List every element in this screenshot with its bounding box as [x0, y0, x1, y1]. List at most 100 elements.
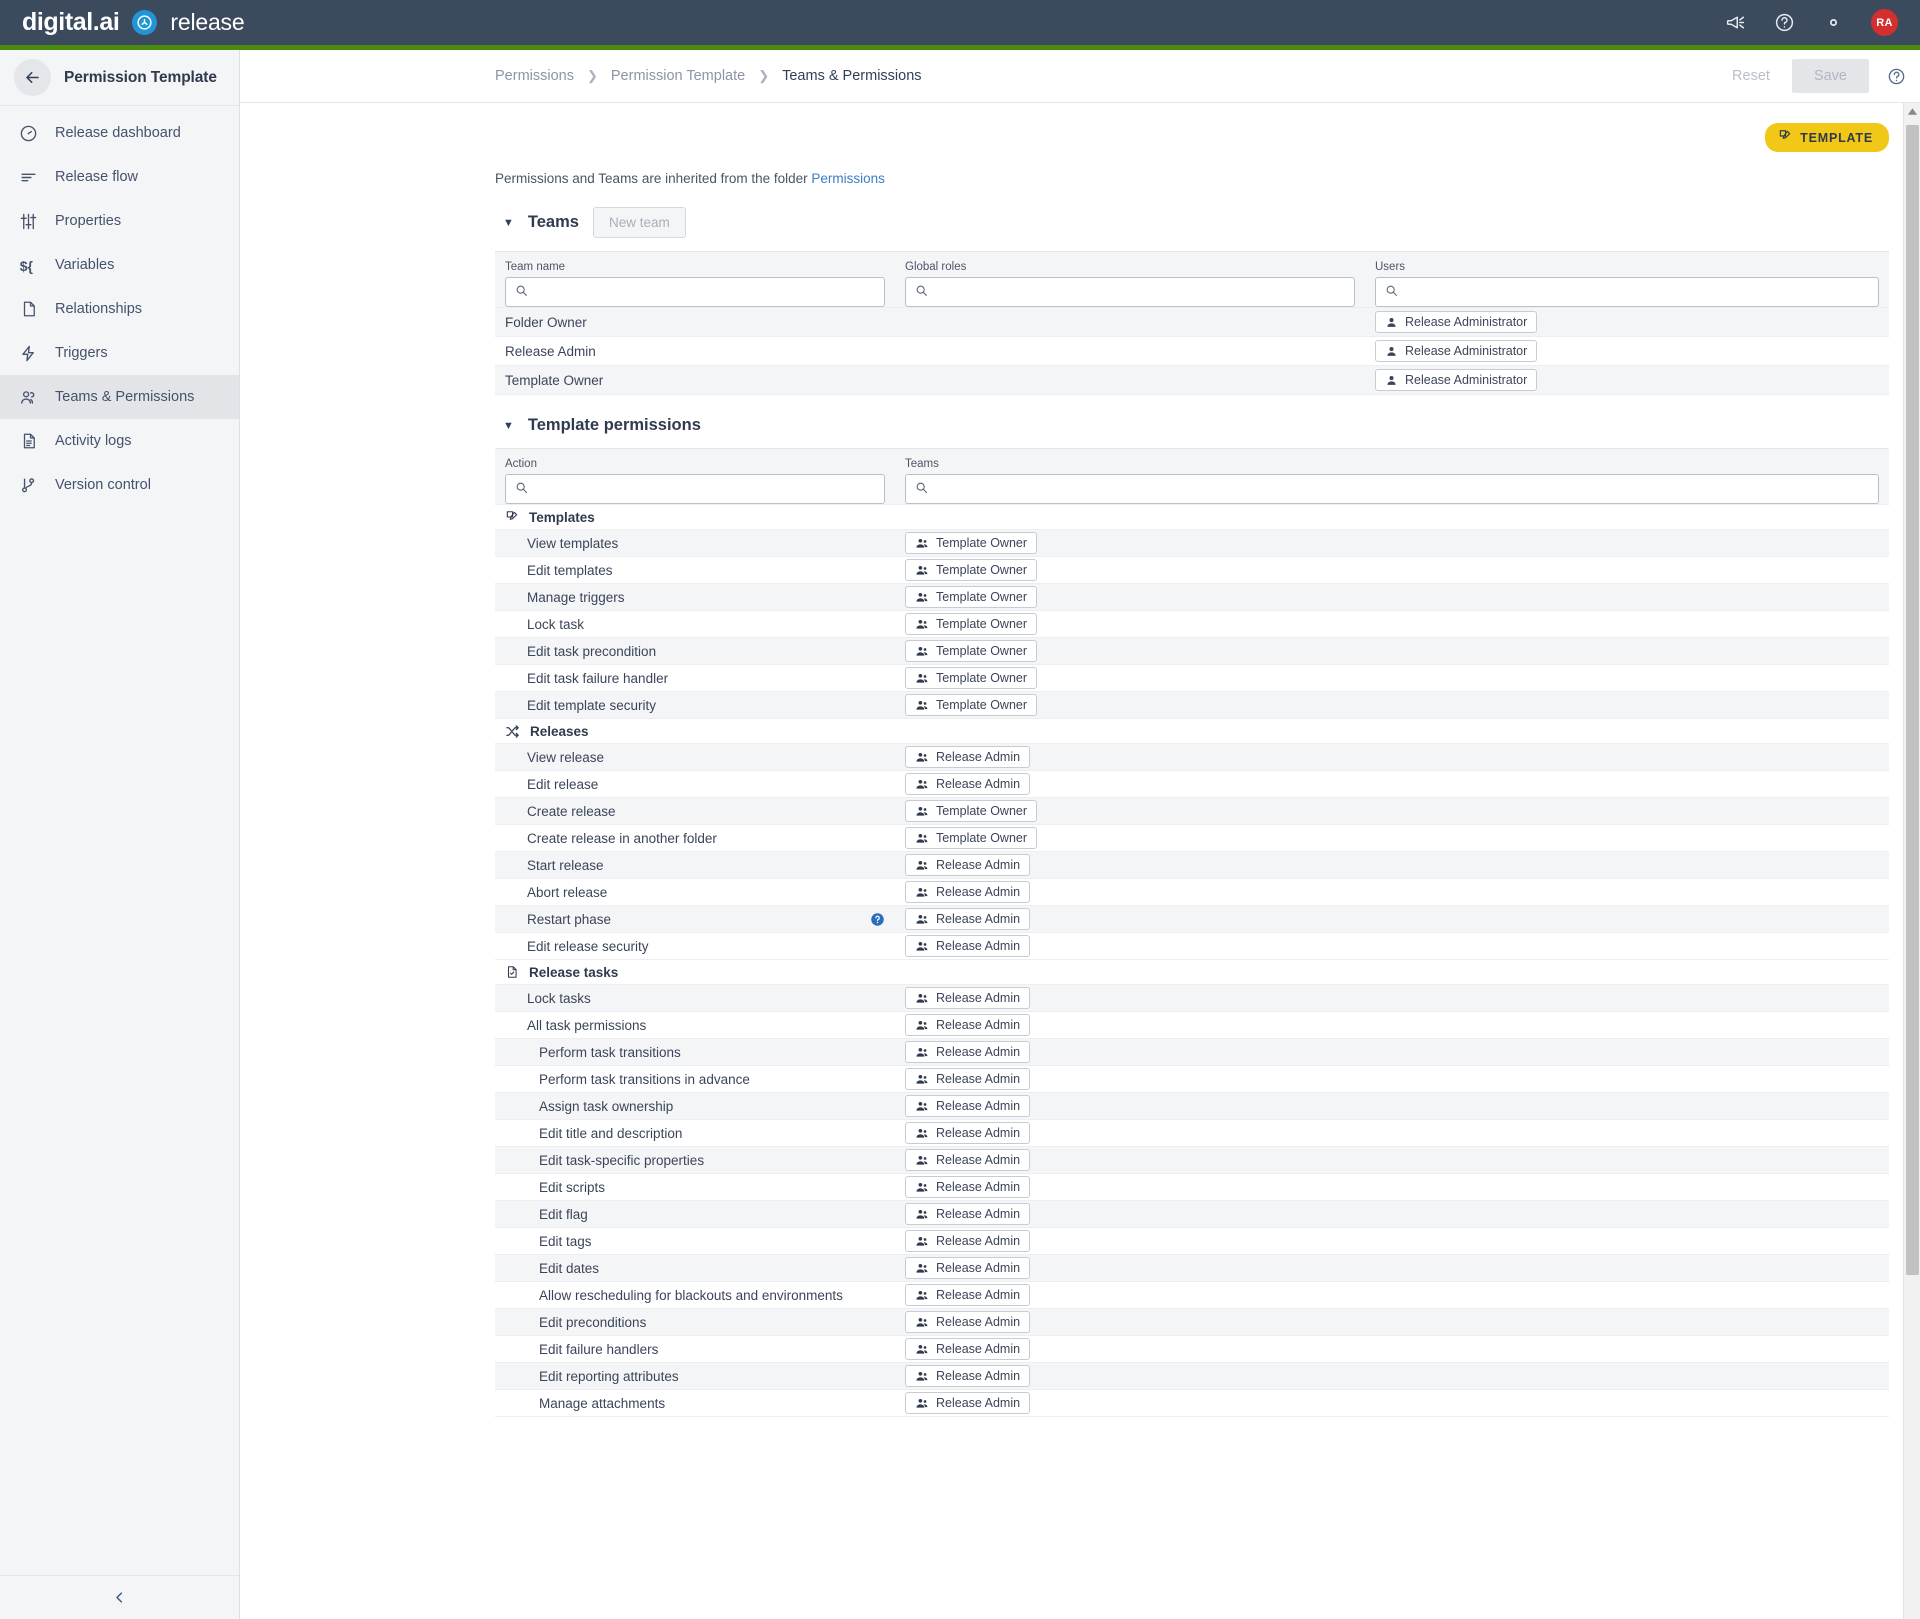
table-row[interactable]: Edit failure handlers Release Admin — [495, 1335, 1889, 1363]
team-chip[interactable]: Release Admin — [905, 1230, 1031, 1252]
team-chip[interactable]: Template Owner — [905, 532, 1038, 554]
team-chip[interactable]: Release Admin — [905, 987, 1031, 1009]
team-chip[interactable]: Template Owner — [905, 827, 1038, 849]
team-chip[interactable]: Release Admin — [905, 1095, 1031, 1117]
sidebar-item-activity-logs[interactable]: Activity logs — [0, 419, 239, 463]
sidebar-item-release-flow[interactable]: Release flow — [0, 155, 239, 199]
table-row[interactable]: Edit template security Template Owner — [495, 691, 1889, 719]
team-chip[interactable]: Template Owner — [905, 559, 1038, 581]
table-row[interactable]: Template Owner Release Administrator — [495, 365, 1889, 395]
table-row[interactable]: Restart phase Release Admin — [495, 905, 1889, 933]
team-chip[interactable]: Release Admin — [905, 1041, 1031, 1063]
team-chip[interactable]: Template Owner — [905, 613, 1038, 635]
sidebar-item-variables[interactable]: ${ Variables — [0, 243, 239, 287]
team-chip[interactable]: Release Admin — [905, 1122, 1031, 1144]
table-row[interactable]: Edit task-specific properties Release Adm… — [495, 1146, 1889, 1174]
table-row[interactable]: Edit task precondition Template Owner — [495, 637, 1889, 665]
action-search-input[interactable] — [535, 481, 875, 497]
team-chip[interactable]: Template Owner — [905, 694, 1038, 716]
team-chip[interactable]: Release Admin — [905, 1068, 1031, 1090]
team-chip[interactable]: Release Admin — [905, 1392, 1031, 1414]
team-chip[interactable]: Release Admin — [905, 773, 1031, 795]
teams-search-box[interactable] — [905, 474, 1879, 504]
user-chip[interactable]: Release Administrator — [1375, 340, 1538, 362]
teams-search-input[interactable] — [935, 481, 1869, 497]
team-chip[interactable]: Template Owner — [905, 667, 1038, 689]
table-row[interactable]: Assign task ownership Release Admin — [495, 1092, 1889, 1120]
users-search-box[interactable] — [1375, 277, 1879, 307]
global-roles-search-box[interactable] — [905, 277, 1355, 307]
caret-down-icon[interactable]: ▼ — [503, 217, 514, 229]
team-chip[interactable]: Release Admin — [905, 1014, 1031, 1036]
table-row[interactable]: Edit templates Template Owner — [495, 556, 1889, 584]
team-chip[interactable]: Release Admin — [905, 1149, 1031, 1171]
team-chip[interactable]: Release Admin — [905, 1284, 1031, 1306]
table-row[interactable]: Folder Owner Release Administrator — [495, 307, 1889, 337]
table-row[interactable]: Edit scripts Release Admin — [495, 1173, 1889, 1201]
table-row[interactable]: Edit dates Release Admin — [495, 1254, 1889, 1282]
table-row[interactable]: Edit reporting attributes Release Admin — [495, 1362, 1889, 1390]
megaphone-icon[interactable] — [1724, 12, 1746, 34]
team-chip[interactable]: Release Admin — [905, 935, 1031, 957]
table-row[interactable]: Edit task failure handler Template Owner — [495, 664, 1889, 692]
team-name-search-input[interactable] — [535, 284, 875, 300]
table-row[interactable]: Edit title and description Release Admin — [495, 1119, 1889, 1147]
table-row[interactable]: Create release Template Owner — [495, 797, 1889, 825]
table-row[interactable]: View release Release Admin — [495, 743, 1889, 771]
sidebar-item-teams-permissions[interactable]: Teams & Permissions — [0, 375, 239, 419]
brand-logo[interactable]: digital.ai release — [22, 9, 245, 36]
table-row[interactable]: Manage triggers Template Owner — [495, 583, 1889, 611]
help-icon[interactable] — [1773, 12, 1795, 34]
team-chip[interactable]: Release Admin — [905, 881, 1031, 903]
sidebar-item-properties[interactable]: Properties — [0, 199, 239, 243]
sidebar-item-relationships[interactable]: Relationships — [0, 287, 239, 331]
action-search-box[interactable] — [505, 474, 885, 504]
user-chip[interactable]: Release Administrator — [1375, 311, 1538, 333]
table-row[interactable]: All task permissions Release Admin — [495, 1011, 1889, 1039]
team-chip[interactable]: Template Owner — [905, 586, 1038, 608]
scrollbar-thumb[interactable] — [1906, 125, 1919, 1275]
table-row[interactable]: Create release in another folder Template… — [495, 824, 1889, 852]
table-row[interactable]: Abort release Release Admin — [495, 878, 1889, 906]
save-button[interactable]: Save — [1791, 59, 1869, 93]
team-chip[interactable]: Template Owner — [905, 640, 1038, 662]
user-chip[interactable]: Release Administrator — [1375, 369, 1538, 391]
sidebar-item-release-dashboard[interactable]: Release dashboard — [0, 111, 239, 155]
table-row[interactable]: Edit release Release Admin — [495, 770, 1889, 798]
table-row[interactable]: Edit preconditions Release Admin — [495, 1308, 1889, 1336]
table-row[interactable]: Allow rescheduling for blackouts and env… — [495, 1281, 1889, 1309]
new-team-button[interactable]: New team — [592, 207, 686, 238]
table-row[interactable]: Release Admin Release Administrator — [495, 336, 1889, 366]
avatar[interactable]: RA — [1871, 9, 1898, 36]
gear-icon[interactable] — [1822, 12, 1844, 34]
table-row[interactable]: Edit flag Release Admin — [495, 1200, 1889, 1228]
table-row[interactable]: Lock tasks Release Admin — [495, 984, 1889, 1012]
table-row[interactable]: Edit tags Release Admin — [495, 1227, 1889, 1255]
table-row[interactable]: Edit release security Release Admin — [495, 932, 1889, 960]
reset-button[interactable]: Reset — [1718, 59, 1784, 93]
caret-down-icon[interactable]: ▼ — [503, 420, 514, 432]
table-row[interactable]: Start release Release Admin — [495, 851, 1889, 879]
team-chip[interactable]: Release Admin — [905, 1338, 1031, 1360]
info-help-icon[interactable] — [870, 912, 885, 927]
breadcrumb-item-permission-template[interactable]: Permission Template — [611, 68, 745, 84]
team-chip[interactable]: Release Admin — [905, 746, 1031, 768]
help-circle-icon[interactable] — [1887, 67, 1906, 86]
table-row[interactable]: Perform task transitions in advance Relea… — [495, 1065, 1889, 1093]
table-row[interactable]: Lock task Template Owner — [495, 610, 1889, 638]
sidebar-item-version-control[interactable]: Version control — [0, 463, 239, 507]
users-search-input[interactable] — [1405, 284, 1869, 300]
team-chip[interactable]: Release Admin — [905, 1311, 1031, 1333]
inheritance-folder-link[interactable]: Permissions — [811, 171, 885, 186]
table-row[interactable]: View templates Template Owner — [495, 529, 1889, 557]
sidebar-collapse-button[interactable] — [0, 1575, 239, 1619]
vertical-scrollbar[interactable] — [1903, 103, 1920, 1619]
table-row[interactable]: Perform task transitions Release Admin — [495, 1038, 1889, 1066]
team-chip[interactable]: Release Admin — [905, 908, 1031, 930]
sidebar-item-triggers[interactable]: Triggers — [0, 331, 239, 375]
status-badge[interactable]: TEMPLATE — [1765, 123, 1889, 152]
scroll-up-arrow-icon[interactable] — [1904, 103, 1920, 120]
team-chip[interactable]: Release Admin — [905, 1365, 1031, 1387]
team-chip[interactable]: Release Admin — [905, 1257, 1031, 1279]
team-name-search-box[interactable] — [505, 277, 885, 307]
